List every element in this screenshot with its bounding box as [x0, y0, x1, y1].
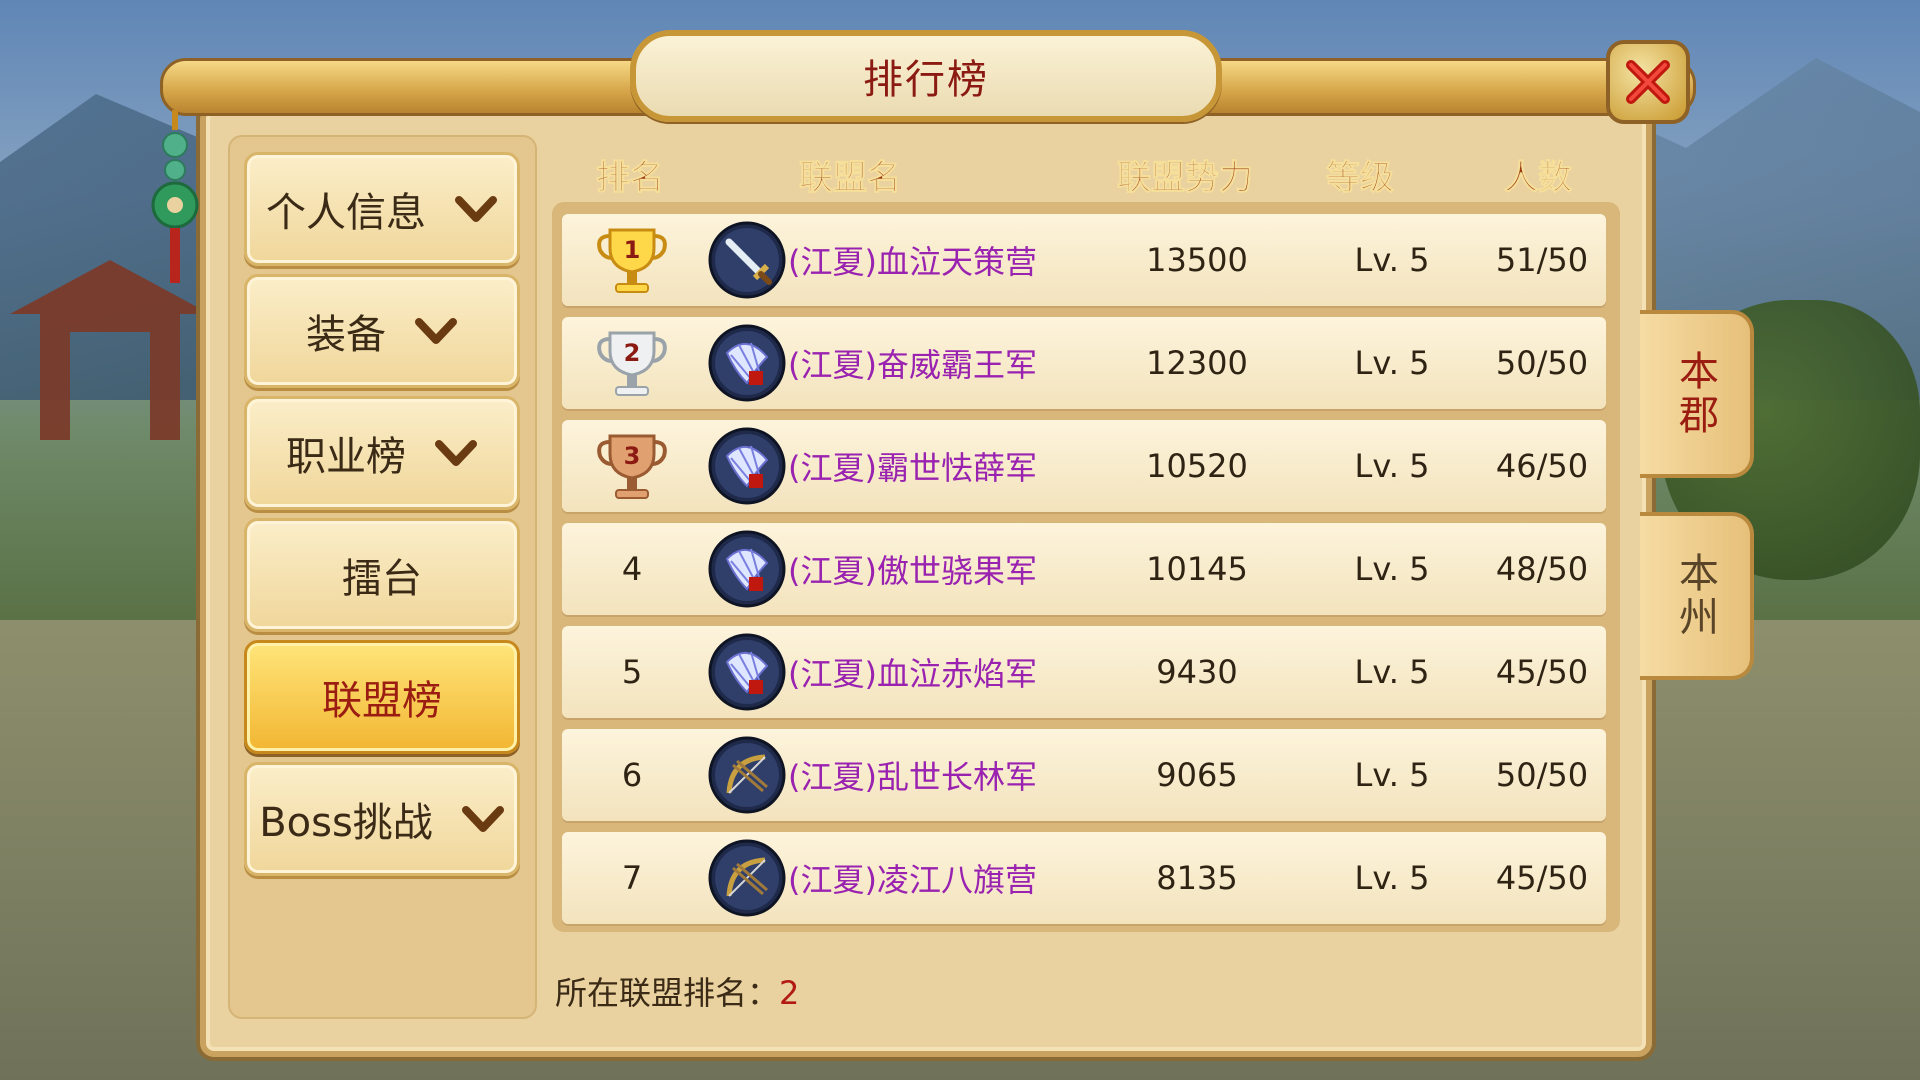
header-rank: 排名: [596, 158, 665, 199]
alliance-power: 10520: [1146, 447, 1248, 485]
svg-text:1: 1: [624, 236, 641, 264]
chevron-down-icon: [415, 318, 457, 344]
alliance-power: 10145: [1146, 550, 1248, 588]
alliance-row[interactable]: 1 (江夏)血泣天策营 13500 Lv. 5 51/50: [562, 214, 1606, 306]
alliance-level: Lv. 5: [1354, 653, 1430, 691]
rank-cell: 2: [562, 317, 702, 409]
member-count: 45/50: [1495, 859, 1589, 897]
alliance-level: Lv. 5: [1354, 344, 1430, 382]
alliance-level: Lv. 5: [1354, 241, 1430, 279]
alliance-name: (江夏)傲世骁果军: [788, 552, 1037, 590]
close-icon: [1626, 60, 1670, 104]
alliance-emblem: [702, 832, 792, 924]
alliance-emblem: [702, 523, 792, 615]
alliance-name: (江夏)凌江八旗营: [788, 861, 1037, 899]
feather-emblem-icon: [708, 324, 786, 402]
alliance-name: (江夏)血泣天策营: [788, 243, 1037, 281]
alliance-emblem: [702, 729, 792, 821]
tab-region-0[interactable]: 本郡: [1640, 310, 1754, 478]
alliance-level: Lv. 5: [1354, 756, 1430, 794]
my-alliance-rank: 所在联盟排名：2: [555, 968, 799, 1014]
menu-item-label: 职业榜: [286, 434, 406, 480]
window-title-plate: 排行榜: [630, 30, 1222, 122]
bow-emblem-icon: [708, 839, 786, 917]
alliance-name: (江夏)霸世怯薛军: [788, 449, 1037, 487]
member-count: 48/50: [1495, 550, 1589, 588]
alliance-power: 9430: [1156, 653, 1238, 691]
rank-cell: 5: [621, 653, 643, 691]
alliance-name: (江夏)乱世长林军: [788, 758, 1037, 796]
alliance-level: Lv. 5: [1354, 550, 1430, 588]
my-alliance-rank-label: 所在联盟排名：: [555, 974, 780, 1012]
rank-cell: 7: [621, 859, 643, 897]
alliance-power: 13500: [1146, 241, 1248, 279]
alliance-level: Lv. 5: [1354, 447, 1430, 485]
alliance-power: 8135: [1156, 859, 1238, 897]
menu-item-label: Boss挑战: [259, 800, 433, 846]
member-count: 45/50: [1495, 653, 1589, 691]
tab-label: 本州: [1672, 552, 1718, 640]
feather-emblem-icon: [708, 530, 786, 608]
rank-cell: 3: [562, 420, 702, 512]
alliance-power: 9065: [1156, 756, 1238, 794]
menu-item-1[interactable]: 装备: [244, 274, 520, 388]
menu-item-label: 擂台: [342, 556, 422, 602]
member-count: 46/50: [1495, 447, 1589, 485]
alliance-row[interactable]: 7 (江夏)凌江八旗营 8135 Lv. 5 45/50: [562, 832, 1606, 924]
header-level: 等级: [1326, 158, 1395, 199]
tab-label: 本郡: [1672, 350, 1718, 438]
rank-cell: 1: [562, 214, 702, 306]
menu-item-label: 装备: [306, 312, 386, 358]
chevron-down-icon: [461, 806, 504, 832]
my-alliance-rank-value: 2: [779, 974, 800, 1012]
menu-item-label: 联盟榜: [322, 678, 442, 724]
menu-item-2[interactable]: 职业榜: [244, 396, 520, 510]
feather-emblem-icon: [708, 427, 786, 505]
alliance-emblem: [702, 317, 792, 409]
alliance-name: (江夏)奋威霸王军: [788, 346, 1037, 384]
jade-pendant-icon: [151, 110, 199, 283]
alliance-row[interactable]: 3 (江夏)霸世怯薛军 10520 Lv. 5 46/50: [562, 420, 1606, 512]
alliance-power: 12300: [1146, 344, 1248, 382]
sword-emblem-icon: [708, 221, 786, 299]
chevron-down-icon: [435, 440, 477, 466]
alliance-row[interactable]: 5 (江夏)血泣赤焰军 9430 Lv. 5 45/50: [562, 626, 1606, 718]
header-alliance-power: 联盟势力: [1117, 158, 1254, 199]
window-title: 排行榜: [863, 57, 989, 103]
member-count: 50/50: [1495, 756, 1589, 794]
alliance-row[interactable]: 6 (江夏)乱世长林军 9065 Lv. 5 50/50: [562, 729, 1606, 821]
rank-cell: 4: [621, 550, 643, 588]
header-member-count: 人数: [1504, 158, 1573, 199]
alliance-name: (江夏)血泣赤焰军: [788, 655, 1037, 693]
chevron-down-icon: [455, 196, 497, 222]
svg-text:3: 3: [624, 442, 641, 470]
menu-item-label: 个人信息: [266, 190, 426, 236]
svg-text:2: 2: [624, 339, 641, 367]
member-count: 51/50: [1495, 241, 1589, 279]
menu-item-4[interactable]: 联盟榜: [244, 640, 520, 754]
close-button[interactable]: [1606, 40, 1690, 124]
bow-emblem-icon: [708, 736, 786, 814]
member-count: 50/50: [1495, 344, 1589, 382]
menu-item-0[interactable]: 个人信息: [244, 152, 520, 266]
alliance-emblem: [702, 420, 792, 512]
silver-trophy-icon: 2: [597, 331, 667, 396]
feather-emblem-icon: [708, 633, 786, 711]
menu-item-5[interactable]: Boss挑战: [244, 762, 520, 876]
rank-cell: 6: [621, 756, 643, 794]
gold-trophy-icon: 1: [597, 228, 667, 293]
header-alliance-name: 联盟名: [799, 158, 902, 199]
alliance-row[interactable]: 2 (江夏)奋威霸王军 12300 Lv. 5 50/50: [562, 317, 1606, 409]
tab-region-1[interactable]: 本州: [1640, 512, 1754, 680]
alliance-level: Lv. 5: [1354, 859, 1430, 897]
alliance-emblem: [702, 626, 792, 718]
alliance-emblem: [702, 214, 792, 306]
alliance-row[interactable]: 4 (江夏)傲世骁果军 10145 Lv. 5 48/50: [562, 523, 1606, 615]
bronze-trophy-icon: 3: [597, 434, 667, 499]
menu-item-3[interactable]: 擂台: [244, 518, 520, 632]
